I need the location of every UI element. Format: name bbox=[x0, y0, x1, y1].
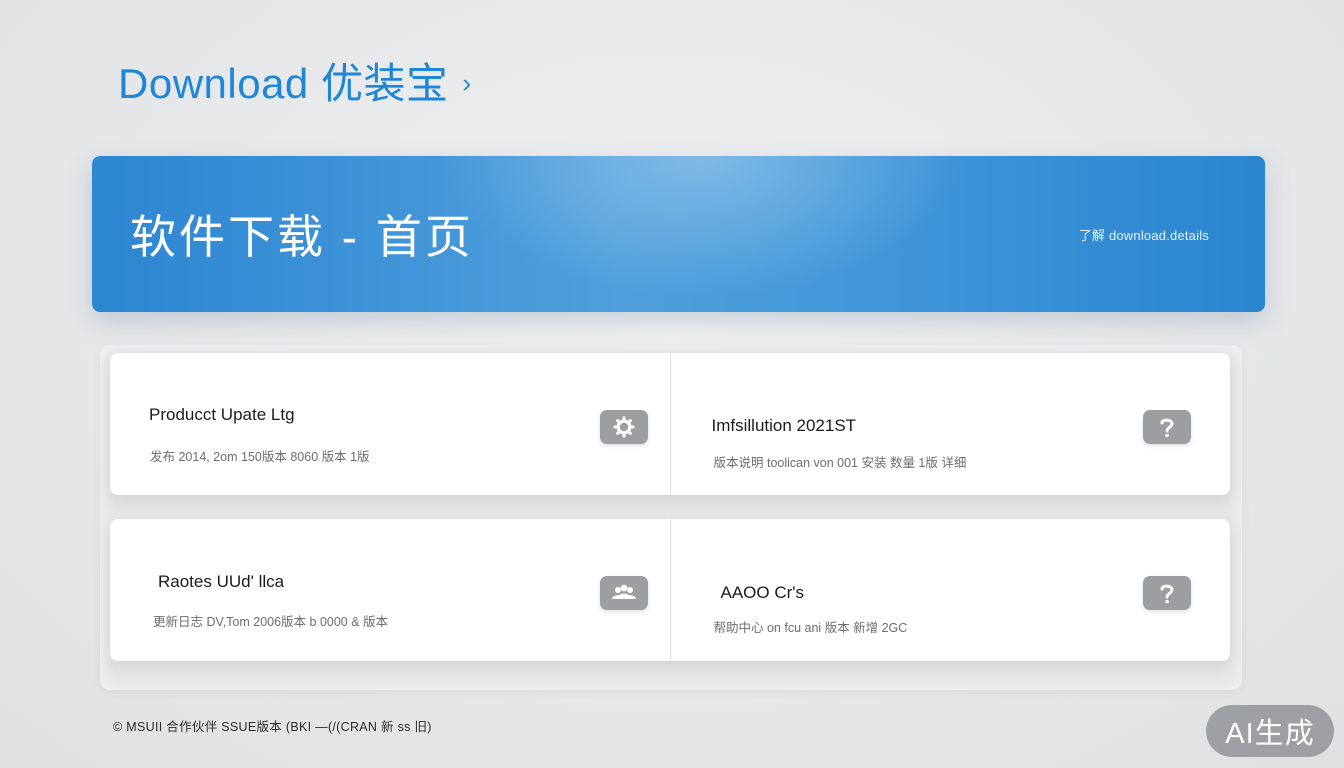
ai-generated-badge: AI生成 bbox=[1206, 705, 1334, 757]
card-title: AAOO Cr's bbox=[720, 583, 805, 602]
page-title: Download 优装宝 › bbox=[118, 50, 471, 111]
gear-icon bbox=[613, 416, 635, 438]
chevron-right-icon[interactable]: › bbox=[462, 68, 471, 99]
card-about[interactable]: AAOO Cr's 帮助中心 on fcu ani 版本 新增 2GC bbox=[669, 519, 1231, 661]
download-panel: Producct Upate Ltg 发布 2014, 2om 150版本 80… bbox=[100, 345, 1242, 690]
card-installation[interactable]: Imfsillution 2021ST 版本说明 toolican von 00… bbox=[669, 353, 1231, 495]
card-subtitle: 帮助中心 on fcu ani 版本 新增 2GC bbox=[713, 621, 908, 635]
footer-copyright: © MSUII 合作伙伴 SSUE版本 (BKI —(/(CRAN 新 ss 旧… bbox=[113, 720, 432, 734]
card-row: Producct Upate Ltg 发布 2014, 2om 150版本 80… bbox=[110, 353, 1230, 495]
group-icon bbox=[612, 584, 636, 599]
hero-banner: 软件下载 - 首页 了解 download.details bbox=[92, 156, 1265, 312]
settings-button[interactable] bbox=[600, 410, 648, 444]
card-title: Imfsillution 2021ST bbox=[711, 416, 857, 435]
card-title: Raotes UUd' llca bbox=[158, 572, 285, 591]
community-button[interactable] bbox=[600, 576, 648, 610]
card-release-notes[interactable]: Raotes UUd' llca 更新日志 DV,Tom 2006版本 b 00… bbox=[110, 519, 670, 661]
help-button[interactable] bbox=[1142, 576, 1191, 610]
help-button[interactable] bbox=[1142, 410, 1191, 444]
card-row: Raotes UUd' llca 更新日志 DV,Tom 2006版本 b 00… bbox=[110, 519, 1230, 661]
question-icon bbox=[1160, 418, 1174, 438]
page-title-text: Download 优装宝 bbox=[118, 60, 449, 107]
card-subtitle: 版本说明 toolican von 001 安装 数量 1版 详细 bbox=[713, 456, 967, 470]
card-subtitle: 更新日志 DV,Tom 2006版本 b 0000 & 版本 bbox=[153, 615, 389, 629]
banner-meta-link[interactable]: 了解 download.details bbox=[1079, 225, 1209, 244]
card-product-update[interactable]: Producct Upate Ltg 发布 2014, 2om 150版本 80… bbox=[110, 353, 670, 495]
card-title: Producct Upate Ltg bbox=[149, 405, 295, 424]
card-subtitle: 发布 2014, 2om 150版本 8060 版本 1版 bbox=[150, 450, 370, 464]
banner-title: 软件下载 - 首页 bbox=[130, 211, 474, 263]
question-icon bbox=[1160, 584, 1174, 604]
